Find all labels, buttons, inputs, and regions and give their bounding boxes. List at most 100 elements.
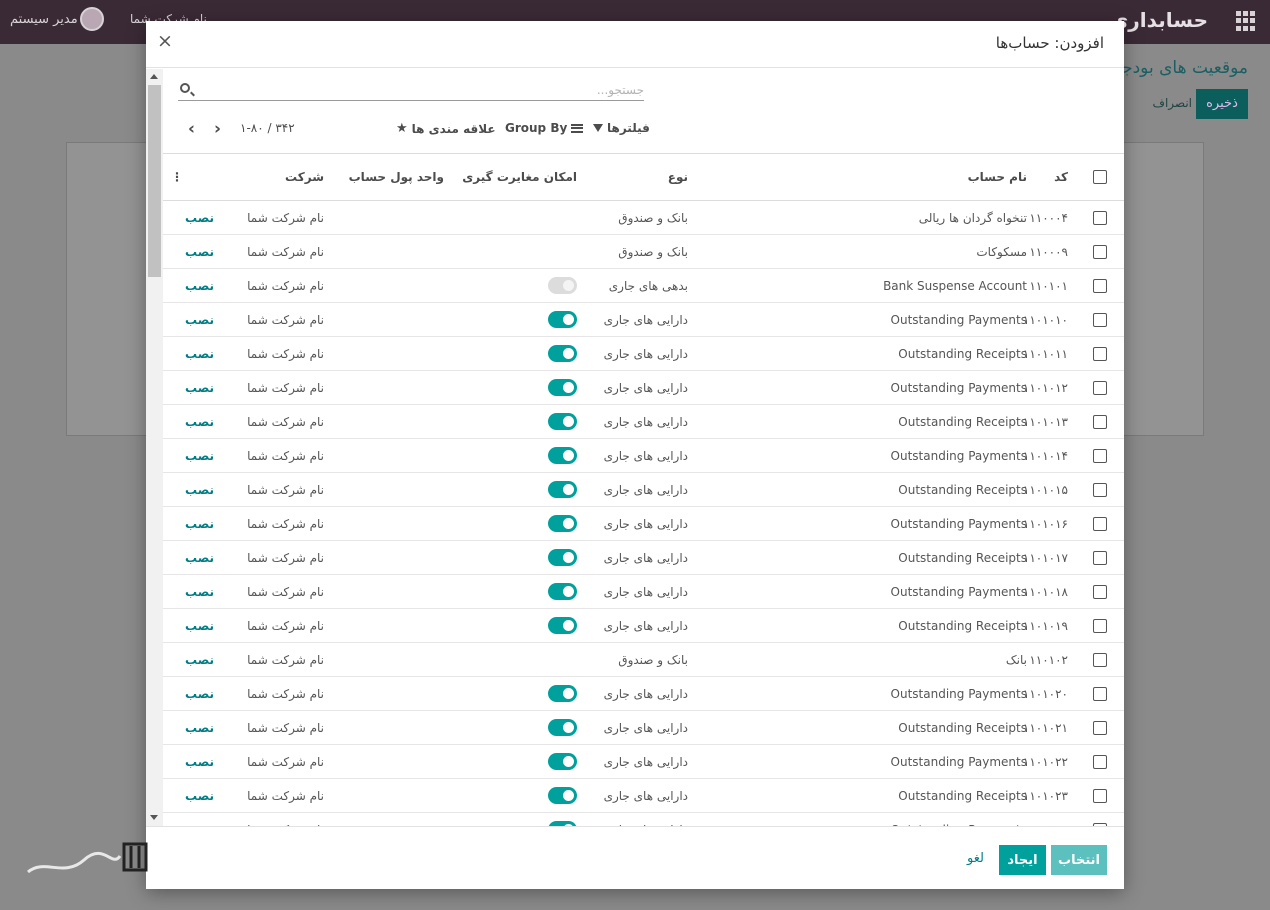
select-all-checkbox-cell[interactable] — [1088, 154, 1112, 200]
row-checkbox[interactable] — [1093, 652, 1107, 667]
reconcile-toggle[interactable] — [548, 753, 577, 770]
header-code[interactable]: کد — [1054, 154, 1068, 200]
row-checkbox[interactable] — [1093, 380, 1107, 395]
close-icon[interactable]: × — [157, 30, 173, 52]
install-button[interactable]: نصب — [185, 575, 214, 608]
row-checkbox[interactable] — [1093, 584, 1107, 599]
header-type[interactable]: نوع — [668, 154, 688, 200]
reconcile-toggle[interactable] — [548, 413, 577, 430]
install-button[interactable]: نصب — [185, 677, 214, 710]
row-checkbox-cell[interactable] — [1088, 201, 1112, 234]
search-input[interactable] — [204, 79, 644, 100]
row-checkbox-cell[interactable] — [1088, 779, 1112, 812]
table-row[interactable]: ۱۱۰۱۰۱۴ Outstanding Payments دارایی های جا… — [163, 439, 1124, 473]
table-row[interactable]: ۱۱۰۱۰۱۳ Outstanding Receipts دارایی های جا… — [163, 405, 1124, 439]
table-row[interactable]: ۱۱۰۱۰۲۲ Outstanding Payments دارایی های جا… — [163, 745, 1124, 779]
table-row[interactable]: ۱۱۰۱۰۱ Bank Suspense Account بدهی های جاری… — [163, 269, 1124, 303]
row-checkbox-cell[interactable] — [1088, 745, 1112, 778]
table-row[interactable]: ۱۱۰۰۰۴ تنخواه گردان ها ریالی بانک و صندوق ن… — [163, 201, 1124, 235]
row-checkbox-cell[interactable] — [1088, 439, 1112, 472]
row-checkbox-cell[interactable] — [1088, 337, 1112, 370]
install-button[interactable]: نصب — [185, 439, 214, 472]
reconcile-toggle[interactable] — [548, 787, 577, 804]
table-row[interactable]: ۱۱۰۱۰۱۸ Outstanding Payments دارایی های جا… — [163, 575, 1124, 609]
reconcile-toggle[interactable] — [548, 481, 577, 498]
install-button[interactable]: نصب — [185, 643, 214, 676]
scroll-up-icon[interactable] — [150, 74, 158, 79]
row-checkbox[interactable] — [1093, 448, 1107, 463]
row-checkbox[interactable] — [1093, 414, 1107, 429]
vertical-scrollbar[interactable] — [146, 69, 163, 826]
row-checkbox-cell[interactable] — [1088, 643, 1112, 676]
table-row[interactable]: ۱۱۰۱۰۲ بانک بانک و صندوق نام شرکت شما نصب — [163, 643, 1124, 677]
reconcile-toggle[interactable] — [548, 447, 577, 464]
filters-button[interactable]: فیلترها — [593, 121, 650, 135]
reconcile-toggle[interactable] — [548, 685, 577, 702]
table-row[interactable]: ۱۱۰۱۰۲۴Outstanding Payments دارایی های جا… — [163, 813, 1124, 826]
row-checkbox[interactable] — [1093, 686, 1107, 701]
apps-grid-icon[interactable] — [1236, 11, 1256, 31]
table-row[interactable]: ۱۱۰۱۰۲۰ Outstanding Payments دارایی های جا… — [163, 677, 1124, 711]
row-checkbox-cell[interactable] — [1088, 609, 1112, 642]
row-checkbox-cell[interactable] — [1088, 269, 1112, 302]
row-checkbox-cell[interactable] — [1088, 235, 1112, 268]
install-button[interactable]: نصب — [185, 541, 214, 574]
group-by-button[interactable]: Group By — [505, 121, 584, 135]
cancel-button[interactable]: لغو — [967, 851, 984, 866]
row-checkbox[interactable] — [1093, 754, 1107, 769]
table-row[interactable]: ۱۱۰۱۰۱۶ Outstanding Payments دارایی های جا… — [163, 507, 1124, 541]
install-button[interactable]: نصب — [185, 711, 214, 744]
header-company[interactable]: شرکت — [285, 154, 324, 200]
row-checkbox[interactable] — [1093, 516, 1107, 531]
install-button[interactable]: نصب — [185, 269, 214, 302]
create-button[interactable]: ایجاد — [999, 845, 1046, 875]
header-account-name[interactable]: نام حساب — [968, 154, 1027, 200]
reconcile-toggle[interactable] — [548, 311, 577, 328]
reconcile-toggle[interactable] — [548, 515, 577, 532]
row-checkbox-cell[interactable] — [1088, 303, 1112, 336]
pager-previous-button[interactable]: ‹ — [188, 119, 195, 139]
select-button[interactable]: انتخاب — [1051, 845, 1107, 875]
install-button[interactable]: نصب — [185, 507, 214, 540]
user-name[interactable]: مدیر سیستم — [10, 12, 78, 27]
reconcile-toggle[interactable] — [548, 549, 577, 566]
table-row[interactable]: ۱۱۰۱۰۱۹ Outstanding Receipts دارایی های جا… — [163, 609, 1124, 643]
row-checkbox[interactable] — [1093, 788, 1107, 803]
table-row[interactable]: ۱۱۰۱۰۱۷ Outstanding Receipts دارایی های جا… — [163, 541, 1124, 575]
install-button[interactable]: نصب — [185, 371, 214, 404]
table-row[interactable]: ۱۱۰۱۰۲۳ Outstanding Receipts دارایی های جا… — [163, 779, 1124, 813]
table-row[interactable]: ۱۱۰۱۰۱۵ Outstanding Receipts دارایی های جا… — [163, 473, 1124, 507]
row-checkbox-cell[interactable] — [1088, 473, 1112, 506]
row-checkbox[interactable] — [1093, 210, 1107, 225]
install-button[interactable]: نصب — [185, 745, 214, 778]
table-row[interactable]: ۱۱۰۱۰۱۰ Outstanding Payments دارایی های جا… — [163, 303, 1124, 337]
header-currency[interactable]: واحد پول حساب — [349, 154, 444, 200]
install-button[interactable]: نصب — [185, 813, 214, 827]
reconcile-toggle[interactable] — [548, 583, 577, 600]
install-button[interactable]: نصب — [185, 609, 214, 642]
header-reconcile[interactable]: امکان مغایرت گیری — [462, 154, 577, 200]
row-checkbox-cell[interactable] — [1088, 813, 1112, 826]
install-button[interactable]: نصب — [185, 779, 214, 812]
table-row[interactable]: ۱۱۰۱۰۱۱ Outstanding Receipts دارایی های جا… — [163, 337, 1124, 371]
pager-next-button[interactable]: › — [214, 119, 221, 139]
search-icon[interactable] — [180, 83, 190, 93]
reconcile-toggle[interactable] — [548, 379, 577, 396]
optional-columns-icon[interactable]: ⋮ — [171, 154, 183, 200]
row-checkbox-cell[interactable] — [1088, 677, 1112, 710]
reconcile-toggle[interactable] — [548, 345, 577, 362]
reconcile-toggle[interactable] — [548, 719, 577, 736]
favorites-button[interactable]: ★ علاقه مندی ها — [396, 121, 496, 136]
row-checkbox[interactable] — [1093, 482, 1107, 497]
row-checkbox[interactable] — [1093, 720, 1107, 735]
scrollbar-thumb[interactable] — [148, 85, 161, 277]
row-checkbox-cell[interactable] — [1088, 371, 1112, 404]
reconcile-toggle[interactable] — [548, 617, 577, 634]
app-brand[interactable]: حسابداری — [1110, 8, 1208, 32]
table-row[interactable]: ۱۱۰۱۰۱۲ Outstanding Payments دارایی های جا… — [163, 371, 1124, 405]
install-button[interactable]: نصب — [185, 201, 214, 234]
table-row[interactable]: ۱۱۰۰۰۹ مسکوکات بانک و صندوق نام شرکت شما نصب — [163, 235, 1124, 269]
row-checkbox[interactable] — [1093, 278, 1107, 293]
row-checkbox[interactable] — [1093, 346, 1107, 361]
install-button[interactable]: نصب — [185, 303, 214, 336]
